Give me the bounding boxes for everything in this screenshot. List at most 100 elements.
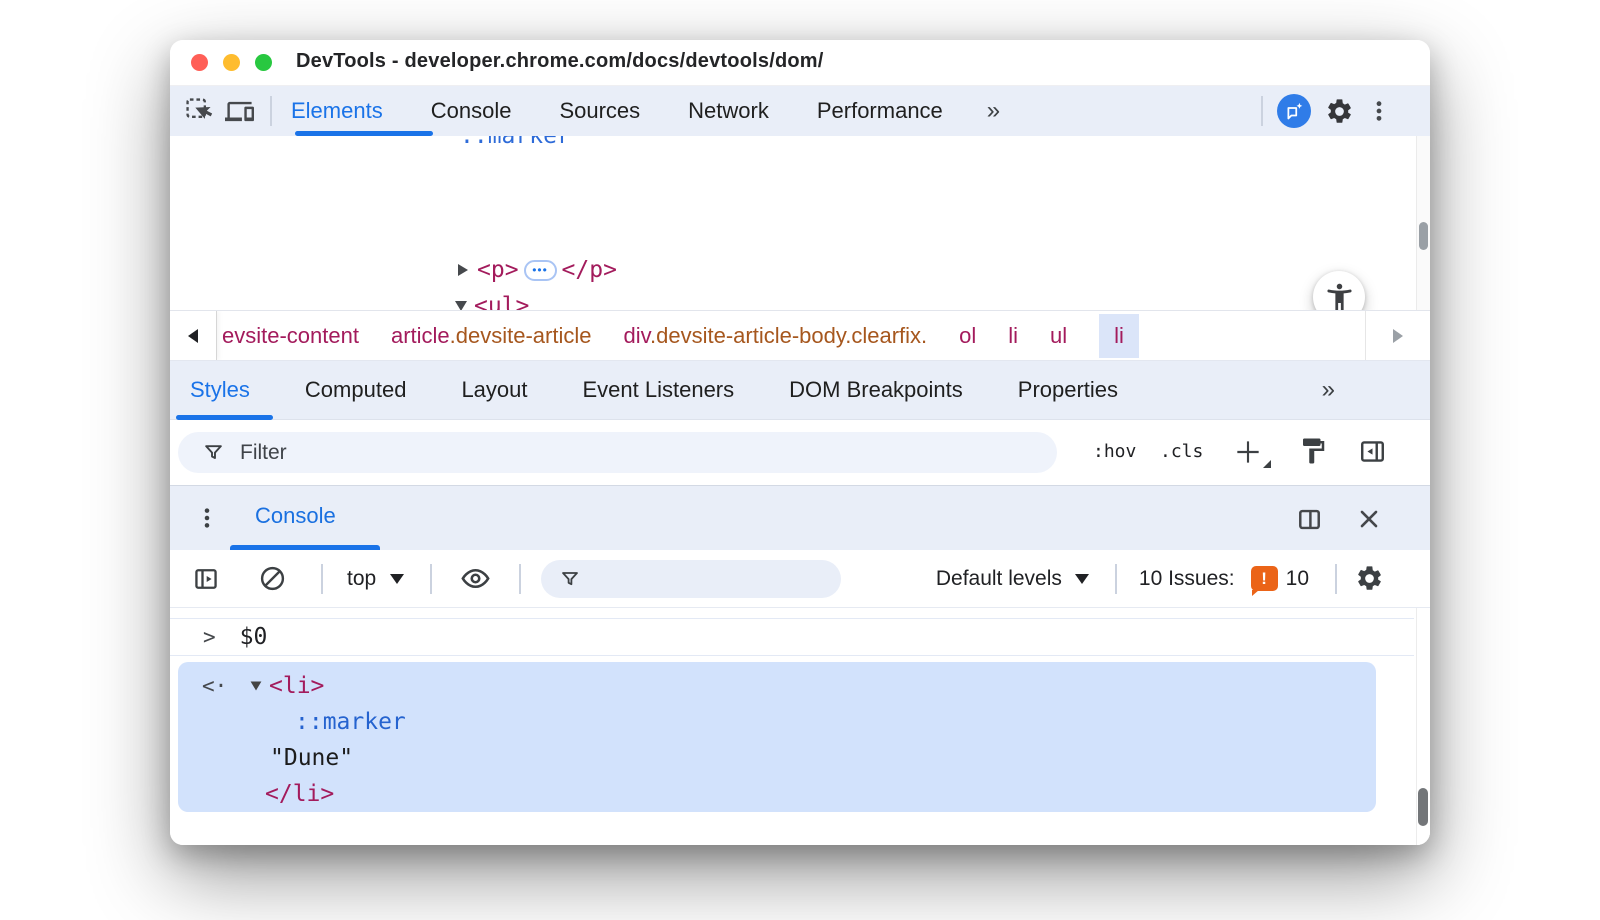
default-levels-selector[interactable]: Default levels [936,567,1062,591]
tab-computed[interactable]: Computed [305,377,407,403]
tab-layout[interactable]: Layout [461,377,527,403]
more-tabs-chevron[interactable]: » [1322,376,1335,404]
chevron-down-icon[interactable] [1075,574,1089,584]
disclosure-arrow-icon[interactable] [458,264,468,276]
minimize-traffic-light[interactable] [223,54,240,71]
ellipsis-expander[interactable]: ••• [524,260,557,281]
open-tag: <p> [477,257,519,283]
drawer-kebab-menu-icon[interactable] [194,505,220,531]
new-style-rule-button[interactable] [1232,430,1268,472]
console-messages: > $0 <· <li> ::marker "Dune" </li> [170,608,1430,845]
chevron-right-icon [1393,329,1403,343]
filter-placeholder: Filter [240,441,287,465]
console-filter-input[interactable] [541,560,841,598]
breadcrumb-item-selected[interactable]: li [1099,314,1139,358]
breadcrumb-item[interactable]: ul [1050,323,1067,349]
console-input-echo-row[interactable]: > $0 [170,618,1414,656]
breadcrumb-item[interactable]: li [1008,323,1018,349]
toolbar-divider [1115,564,1117,594]
console-sidebar-icon[interactable] [192,565,220,593]
console-settings-gear-icon[interactable] [1355,564,1384,593]
toolbar-divider [430,564,432,594]
toolbar-divider [519,564,521,594]
filter-funnel-icon [204,443,223,462]
issues-badge-icon[interactable]: ! [1251,566,1278,591]
tab-sources[interactable]: Sources [559,98,640,124]
kebab-menu-icon[interactable] [1366,98,1392,124]
console-scrollbar-track[interactable] [1416,608,1430,845]
open-tag: <ul> [474,293,529,310]
toolbar-divider [270,96,272,126]
console-echo-value: $0 [240,624,268,650]
console-drawer-header: Console [170,485,1430,550]
close-tag: </p> [562,257,617,283]
main-toolbar: Elements Console Sources Network Perform… [170,86,1430,136]
breadcrumb-item[interactable]: article.devsite-article [391,323,592,349]
chevron-left-icon [188,329,198,343]
tab-event-listeners[interactable]: Event Listeners [583,377,735,403]
chevron-down-icon[interactable] [390,574,404,584]
tab-console[interactable]: Console [431,98,512,124]
breadcrumb-scroll-left-button[interactable] [170,311,217,360]
drawer-tab-console[interactable]: Console [255,503,336,529]
tree-row-p[interactable]: <p> ••• </p> [458,252,617,288]
breadcrumb: evsite-content article.devsite-article d… [170,310,1430,360]
filter-funnel-icon [561,570,579,588]
tab-network[interactable]: Network [688,98,769,124]
toggle-classes-button[interactable]: .cls [1160,441,1203,462]
styles-filter-row: Filter :hov .cls [170,420,1430,485]
toolbar-divider [321,564,323,594]
breadcrumb-item[interactable]: div.devsite-article-body.clearfix. [624,323,928,349]
styles-tab-bar: Styles Computed Layout Event Listeners D… [170,360,1430,420]
console-result-selected[interactable]: <· <li> ::marker "Dune" </li> [178,662,1376,812]
disclosure-arrow-icon[interactable] [251,682,262,691]
clipped-marker-pseudo[interactable]: ::marker [460,136,571,149]
return-value-icon: <· [202,674,227,698]
issues-label[interactable]: 10 Issues: [1139,567,1235,591]
toggle-hover-state-button[interactable]: :hov [1093,441,1136,462]
device-toolbar-icon[interactable] [225,97,254,126]
elements-dom-tree: ::marker . … <p> ••• </p> <ul> <li> ••• … [170,136,1430,310]
styles-filter-input[interactable]: Filter [178,432,1057,473]
tab-properties[interactable]: Properties [1018,377,1118,403]
elements-scrollbar-thumb[interactable] [1419,222,1428,250]
settings-gear-icon[interactable] [1325,97,1354,126]
tab-elements[interactable]: Elements [291,98,383,124]
breadcrumb-item[interactable]: evsite-content [222,323,359,349]
result-open-tag-row[interactable]: <li> [250,668,324,704]
breadcrumb-item[interactable]: ol [959,323,976,349]
console-toolbar: top Default levels 10 Issues: ! 10 [170,550,1430,608]
show-sidebar-panel-icon[interactable] [1358,437,1387,466]
tab-dom-breakpoints[interactable]: DOM Breakpoints [789,377,963,403]
disclosure-arrow-icon[interactable] [455,301,467,310]
issues-count[interactable]: 10 [1286,567,1309,591]
tab-styles[interactable]: Styles [190,377,250,403]
window-title: DevTools - developer.chrome.com/docs/dev… [296,50,824,73]
accessibility-overlay-button[interactable] [1313,271,1365,310]
elements-scrollbar-track[interactable] [1416,136,1430,310]
zoom-traffic-light[interactable] [255,54,272,71]
inspect-icon[interactable] [185,97,213,125]
title-bar: DevTools - developer.chrome.com/docs/dev… [170,40,1430,86]
tree-row-ul[interactable]: <ul> [455,288,529,310]
split-panel-icon[interactable] [1296,506,1323,533]
tab-performance[interactable]: Performance [817,98,943,124]
toolbar-divider [1261,96,1263,126]
accessibility-person-icon [1323,281,1356,311]
devtools-window: DevTools - developer.chrome.com/docs/dev… [170,40,1430,845]
live-expression-eye-icon[interactable] [460,563,491,594]
clear-console-icon[interactable] [258,564,287,593]
result-close-tag-row[interactable]: </li> [265,776,334,812]
format-paint-icon[interactable] [1298,436,1328,466]
close-traffic-light[interactable] [191,54,208,71]
context-selector[interactable]: top [347,567,376,591]
close-drawer-icon[interactable] [1356,506,1382,532]
ai-assistance-icon[interactable] [1277,94,1311,128]
console-scrollbar-thumb[interactable] [1418,788,1428,826]
result-text-row[interactable]: "Dune" [270,740,353,776]
result-marker-row[interactable]: ::marker [295,704,406,740]
breadcrumb-scroll-right-button[interactable] [1365,311,1430,360]
toolbar-divider [1335,564,1337,594]
console-prompt-chevron: > [203,625,216,649]
more-tabs-chevron[interactable]: » [987,97,1000,125]
